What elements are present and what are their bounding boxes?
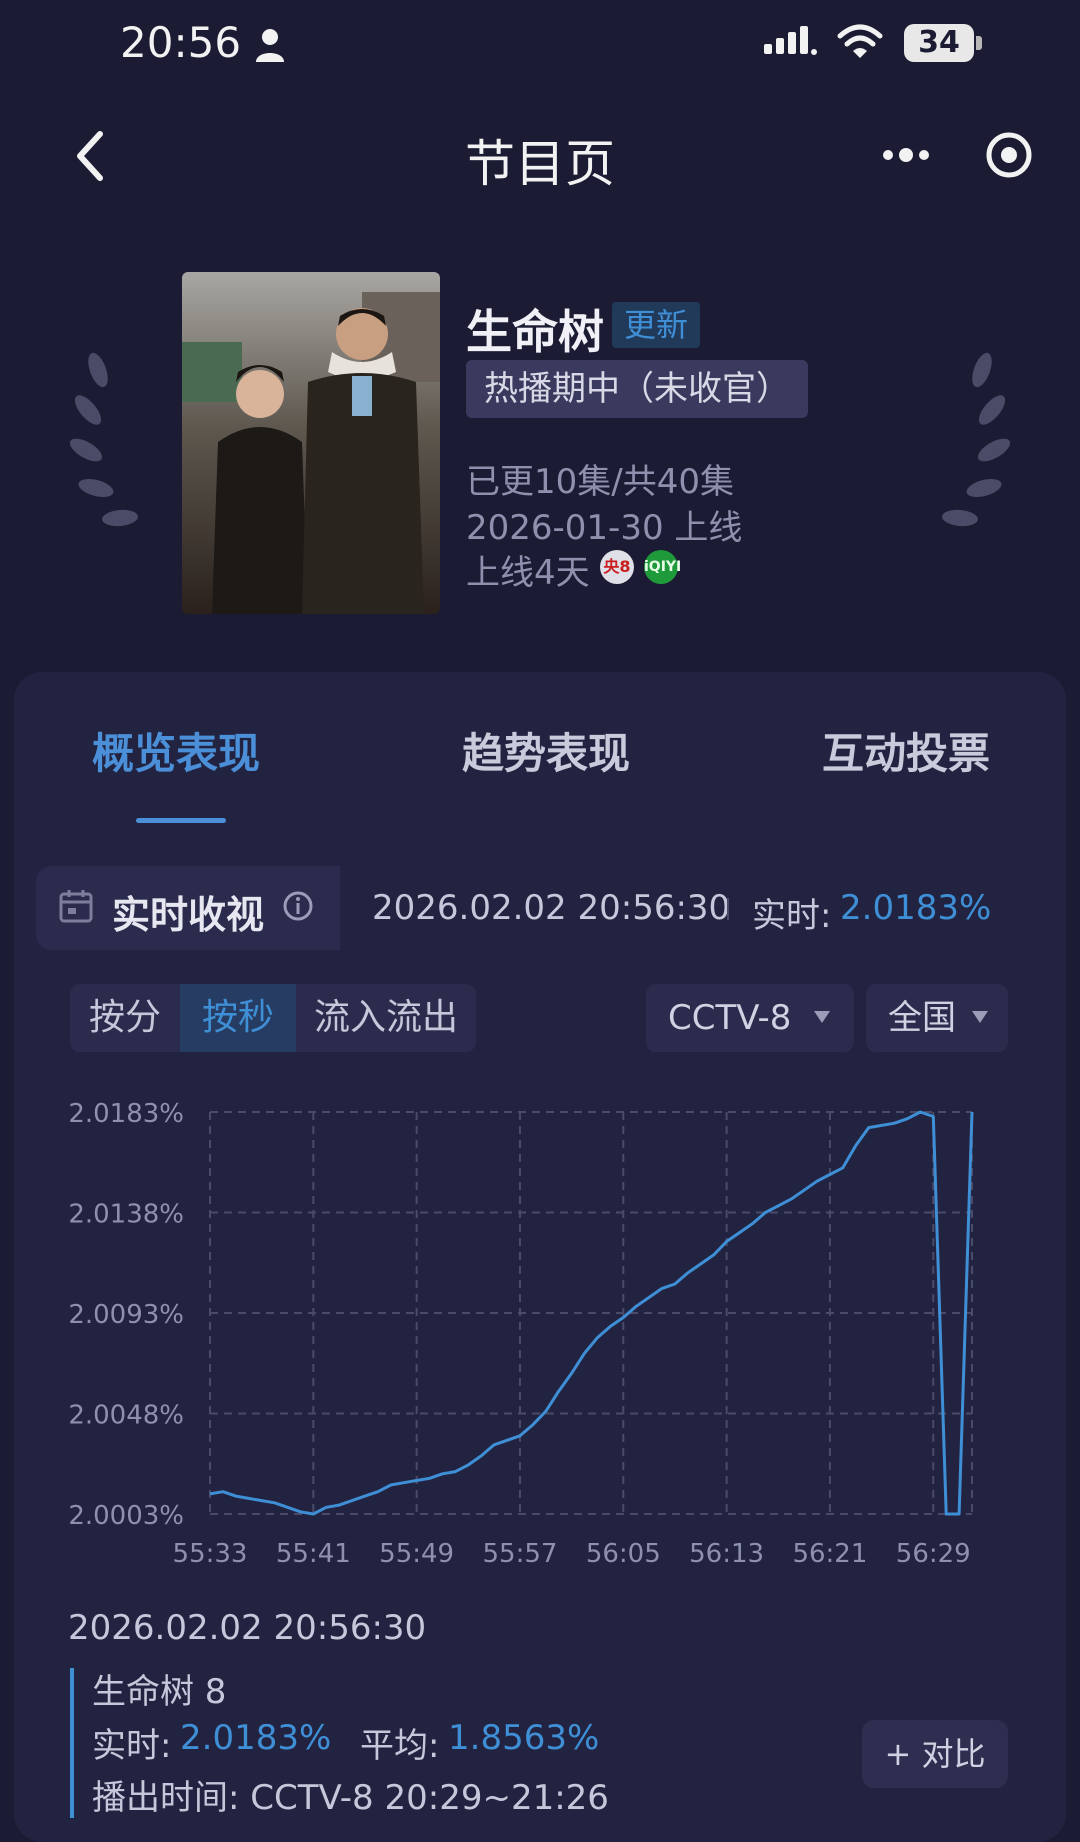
x-tick-label: 56:29 xyxy=(896,1539,971,1569)
x-tick-label: 56:13 xyxy=(689,1539,764,1569)
battery-tip xyxy=(976,36,982,50)
chevron-down-icon xyxy=(972,1011,988,1023)
y-tick-label: 2.0093% xyxy=(68,1300,184,1330)
compare-button[interactable]: + 对比 xyxy=(862,1720,1008,1788)
chevron-down-icon xyxy=(814,1011,830,1023)
info-icon[interactable] xyxy=(282,890,314,922)
region-dropdown[interactable]: 全国 xyxy=(866,984,1008,1052)
region-dropdown-value: 全国 xyxy=(888,998,956,1038)
x-tick-label: 56:21 xyxy=(792,1539,867,1569)
segment-inflow-outflow[interactable]: 流入流出 xyxy=(296,984,476,1052)
y-tick-label: 2.0138% xyxy=(68,1200,184,1230)
x-tick-label: 55:41 xyxy=(276,1539,351,1569)
laurel-left-icon xyxy=(69,352,138,527)
realtime-timestamp: 2026.02.02 20:56:30 xyxy=(372,888,731,928)
tooltip-average-value: 1.8563% xyxy=(448,1718,600,1758)
y-tick-label: 2.0003% xyxy=(68,1501,184,1531)
tooltip-series-name: 生命树 8 xyxy=(92,1672,227,1712)
update-badge: 更新 xyxy=(612,302,701,348)
realtime-value: 2.0183% xyxy=(840,888,992,928)
realtime-rating-chart[interactable]: 2.0183% 2.0138% 2.0093% 2.0048% 2.0003% 55:33… xyxy=(0,1080,1080,1580)
x-tick-label: 55:57 xyxy=(482,1539,557,1569)
signal-icon xyxy=(764,26,817,55)
active-tab-indicator xyxy=(136,818,226,823)
channel-dropdown-value: CCTV-8 xyxy=(668,998,792,1038)
close-miniprogram-icon[interactable] xyxy=(984,130,1034,180)
episode-count: 已更10集/共40集 xyxy=(466,462,734,502)
divider xyxy=(727,898,729,920)
more-options-icon[interactable] xyxy=(880,140,932,170)
x-tick-label: 55:33 xyxy=(173,1539,248,1569)
tooltip-average-label: 平均: xyxy=(360,1726,440,1766)
segment-by-second[interactable]: 按秒 xyxy=(180,984,296,1052)
x-tick-label: 55:49 xyxy=(379,1539,454,1569)
cctv8-logo-icon: 央8 xyxy=(600,550,634,584)
tab-vote[interactable]: 互动投票 xyxy=(822,720,990,781)
series-color-bar xyxy=(70,1668,74,1818)
realtime-rating-label: 实时收视 xyxy=(112,893,265,937)
calendar-icon xyxy=(59,890,93,923)
wifi-icon xyxy=(837,24,883,58)
program-title: 生命树 xyxy=(466,305,604,359)
tooltip-air-time: 播出时间: CCTV-8 20:29~21:26 xyxy=(92,1778,609,1818)
segment-by-minute[interactable]: 按分 xyxy=(70,984,180,1052)
realtime-value-label: 实时: xyxy=(752,896,832,936)
x-tick-label: 56:05 xyxy=(586,1539,661,1569)
release-date: 2026-01-30 上线 xyxy=(466,508,743,548)
battery-indicator: 34 xyxy=(904,24,974,62)
program-poster[interactable] xyxy=(182,272,440,614)
broadcast-status-badge: 热播期中（未收官） xyxy=(466,360,808,418)
tab-overview[interactable]: 概览表现 xyxy=(92,720,260,781)
channel-dropdown[interactable]: CCTV-8 xyxy=(646,984,854,1052)
laurel-right-icon xyxy=(942,352,1011,527)
iqiyi-logo-icon: iQIYI xyxy=(644,550,681,584)
online-days: 上线4天 xyxy=(466,553,590,593)
person-icon xyxy=(256,29,284,62)
y-tick-label: 2.0183% xyxy=(68,1099,184,1129)
status-time: 20:56 xyxy=(120,18,242,67)
y-tick-label: 2.0048% xyxy=(68,1401,184,1431)
tooltip-timestamp: 2026.02.02 20:56:30 xyxy=(68,1608,427,1648)
tab-trend[interactable]: 趋势表现 xyxy=(462,720,630,781)
tooltip-realtime-value: 2.0183% xyxy=(180,1718,332,1758)
tooltip-realtime-label: 实时: xyxy=(92,1726,172,1766)
